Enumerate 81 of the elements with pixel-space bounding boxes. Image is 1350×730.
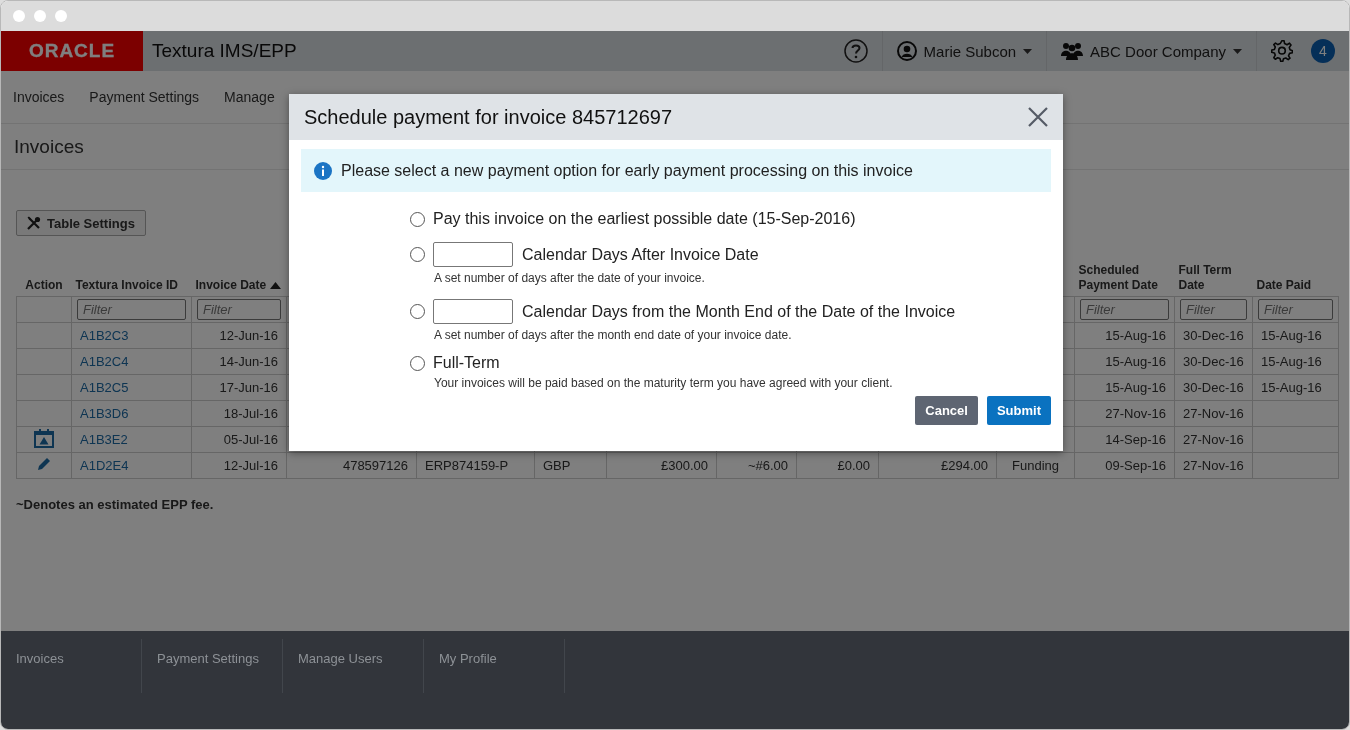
radio-button[interactable] [410,355,425,371]
table-cell: 12-Jun-16 [219,328,278,343]
option-label[interactable]: Calendar Days from the Month End of the Date of the Invoice [522,302,956,321]
table-cell: 478597126 [342,458,408,473]
submit-button[interactable]: Submit [986,396,1051,425]
table-cell: 05-Jul-16 [223,432,278,447]
table-cell: 30-Dec-16 [1183,380,1244,395]
table-cell: 18-Jul-16 [223,406,278,421]
company-menu[interactable]: ABC Door Company [1090,42,1226,60]
calendar-warning-icon[interactable] [34,428,54,448]
option-hint: Your invoices will be paid based on the maturity term you have agreed with your client. [434,376,894,390]
table-cell: ~#6.00 [747,458,788,473]
column-header[interactable]: Full Term Date [1178,263,1249,293]
table-cell: 27-Nov-16 [1105,406,1166,421]
table-cell: 15-Aug-16 [1105,328,1166,343]
option-label[interactable]: Calendar Days After Invoice Date [522,245,759,264]
table-cell: 12-Jul-16 [223,458,278,473]
table-settings-button[interactable]: Table Settings [16,210,146,236]
cancel-button[interactable]: Cancel [915,396,978,425]
radio-button[interactable] [410,247,425,262]
days-field[interactable] [433,299,513,324]
caret-icon[interactable] [1233,48,1242,54]
option-hint: A set number of days after the date of your invoice. [434,271,706,285]
caret-icon[interactable] [1023,48,1033,54]
tools-icon [27,216,41,230]
settings-icon[interactable] [1271,40,1293,62]
footer-link[interactable]: Manage Users [298,651,383,666]
oracle-logo: ORACLE [1,31,143,71]
table-cell: 15-Aug-16 [1105,380,1166,395]
table-cell: 27-Nov-16 [1183,458,1244,473]
footer-link[interactable]: My Profile [439,651,497,666]
table-cell: GBP [543,458,571,473]
close-icon[interactable] [1028,107,1048,127]
days-field[interactable] [433,242,513,267]
table-cell: 30-Dec-16 [1183,354,1244,369]
filter-field[interactable]: Filter [197,299,281,320]
table-cell: 15-Aug-16 [1261,380,1322,395]
nav-tab[interactable]: Payment Settings [89,89,200,105]
table-cell: 30-Dec-16 [1183,328,1244,343]
filter-field[interactable]: Filter [77,299,186,320]
nav-tab[interactable]: Invoices [13,89,65,105]
column-header[interactable]: Scheduled Payment Date [1078,263,1171,293]
user-menu[interactable]: Marie Subcon [923,42,1017,60]
sort-ascending-icon[interactable] [270,282,282,289]
table-cell: Funding [1012,458,1059,473]
help-icon[interactable] [843,39,868,63]
column-header[interactable]: Date Paid [1256,278,1312,293]
filter-field[interactable]: Filter [1258,299,1333,320]
table-cell: 15-Aug-16 [1261,354,1322,369]
radio-button[interactable] [410,304,425,319]
table-cell: 09-Sep-16 [1105,458,1166,473]
column-header[interactable]: Invoice Date [195,278,267,293]
table-cell: 27-Nov-16 [1183,432,1244,447]
option-hint: A set number of days after the month end date of your invoice date. [434,328,793,342]
filter-field[interactable]: Filter [1080,299,1169,320]
table-cell: £300.00 [661,458,708,473]
user-icon[interactable] [896,41,917,61]
footer-link[interactable]: Payment Settings [157,651,259,666]
column-header[interactable]: Action [25,278,63,293]
table-cell: ERP874159-P [425,458,509,473]
table-cell: 27-Nov-16 [1183,406,1244,421]
option-label[interactable]: Full-Term [433,354,500,372]
nav-tab[interactable]: Manage [224,89,275,105]
people-icon[interactable] [1061,42,1084,60]
table-cell: £0.00 [837,458,870,473]
table-cell: £294.00 [941,458,988,473]
radio-button[interactable] [410,211,425,227]
table-cell: 15-Aug-16 [1105,354,1166,369]
info-icon [314,161,332,180]
footnote: ~Denotes an estimated EPP fee. [16,497,215,512]
pencil-icon[interactable] [36,456,52,472]
filter-field[interactable]: Filter [1180,299,1247,320]
table-cell: 14-Sep-16 [1105,432,1166,447]
option-label[interactable]: Pay this invoice on the earliest possible date (15-Sep-2016) [433,210,856,228]
column-header[interactable]: Textura Invoice ID [75,278,178,293]
table-cell: 15-Aug-16 [1261,328,1322,343]
product-name: Textura IMS/EPP [152,40,298,62]
notification-badge[interactable]: 4 [1311,39,1335,63]
table-cell: 14-Jun-16 [219,354,278,369]
table-cell: 17-Jun-16 [219,380,278,395]
footer-link[interactable]: Invoices [16,651,64,666]
